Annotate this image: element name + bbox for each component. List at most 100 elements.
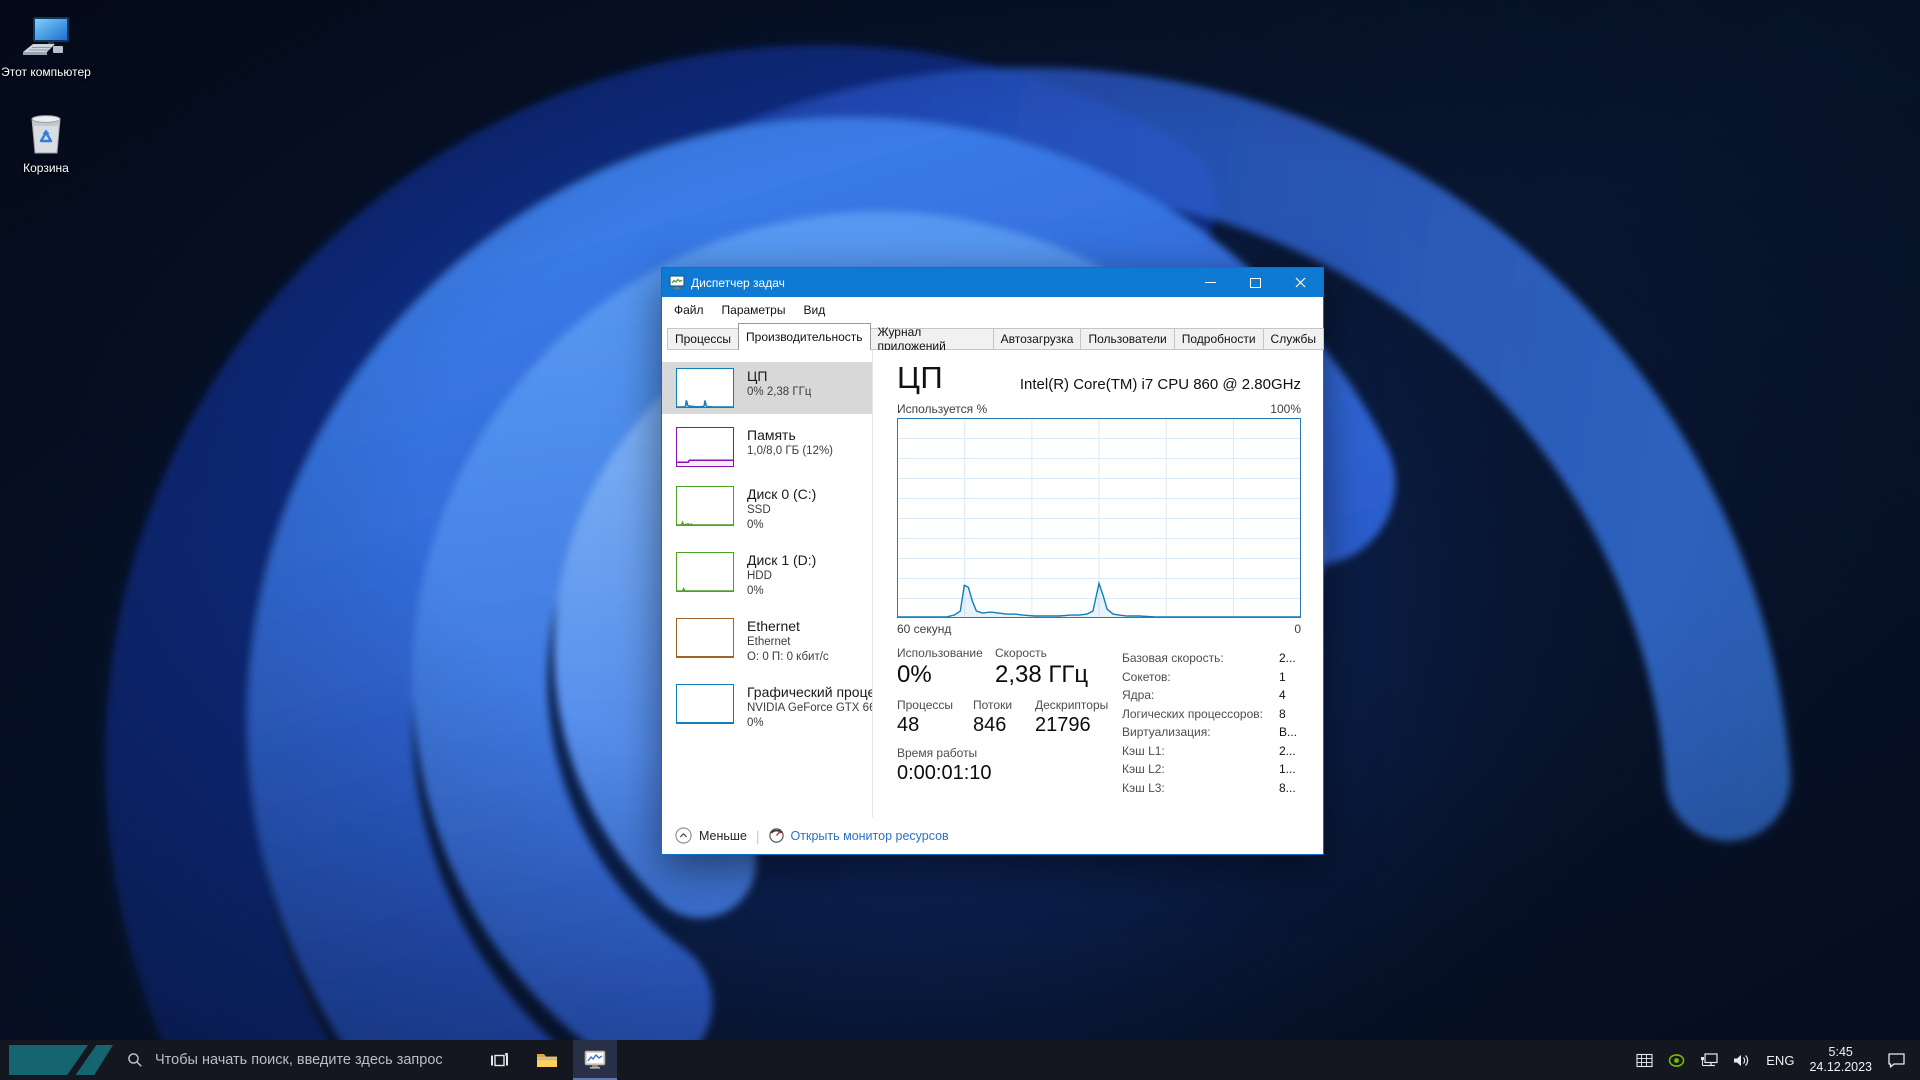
sidebar-item-disk0[interactable]: Диск 0 (C:) SSD 0%: [662, 480, 872, 539]
resource-monitor-gauge-icon: [768, 828, 784, 843]
desktop-icon-this-pc[interactable]: Этот компьютер: [0, 16, 92, 79]
sidebar-item-ethernet[interactable]: Ethernet Ethernet О: 0 П: 0 кбит/с: [662, 612, 872, 671]
sidebar-item-subtitle: 0% 2,38 ГГц: [747, 386, 812, 398]
task-view-icon: [490, 1052, 508, 1066]
detail-row: Логических процессоров: 8: [1122, 706, 1286, 721]
taskbar-clock[interactable]: 5:45 24.12.2023: [1809, 1045, 1872, 1075]
sidebar-item-title: ЦП: [747, 368, 768, 384]
task-manager-window: Диспетчер задач Файл Параметры Вид Проце…: [661, 267, 1324, 855]
detail-row: Кэш L3: 8...: [1122, 780, 1296, 795]
detail-row: Виртуализация: В...: [1122, 725, 1298, 740]
threads-value: 846: [973, 714, 1007, 736]
sidebar-item-title: Графический процессор: [747, 684, 872, 700]
clock-date: 24.12.2023: [1809, 1060, 1872, 1074]
recycle-bin-icon: [31, 115, 61, 154]
window-title: Диспетчер задач: [691, 275, 785, 290]
search-input[interactable]: [153, 1051, 447, 1069]
detail-row: Сокетов: 1: [1122, 669, 1286, 684]
sidebar-item-cpu[interactable]: ЦП 0% 2,38 ГГц: [662, 362, 872, 414]
pane-title: ЦП: [897, 360, 944, 395]
tab-details[interactable]: Подробности: [1173, 328, 1264, 350]
touch-keyboard-icon[interactable]: [1636, 1053, 1653, 1068]
desktop: Этот компьютер Корзина Диспетчер задач Ф…: [0, 0, 1920, 1080]
menu-options[interactable]: Параметры: [713, 297, 795, 322]
task-manager-app-icon: [669, 275, 685, 290]
chevron-up-circle-icon: [675, 827, 692, 844]
menu-file[interactable]: Файл: [665, 297, 713, 322]
tab-processes[interactable]: Процессы: [667, 328, 740, 350]
detail-row: Кэш L1: 2...: [1122, 743, 1296, 758]
processes-value: 48: [897, 714, 920, 736]
menu-view[interactable]: Вид: [794, 297, 834, 322]
task-view-button[interactable]: [477, 1040, 521, 1080]
window-titlebar[interactable]: Диспетчер задач: [662, 268, 1323, 297]
desktop-icon-label: Корзина: [23, 161, 69, 175]
open-resource-monitor-link[interactable]: Открыть монитор ресурсов: [768, 828, 949, 843]
volume-tray-icon[interactable]: [1733, 1053, 1751, 1068]
graph-label-max: 100%: [1270, 402, 1301, 416]
sidebar-item-subtitle2: 0%: [747, 585, 764, 597]
tab-services[interactable]: Службы: [1262, 328, 1324, 350]
clock-time: 5:45: [1828, 1045, 1853, 1059]
gpu-sparkline: [676, 684, 734, 724]
tab-users[interactable]: Пользователи: [1080, 328, 1175, 350]
close-button[interactable]: [1278, 268, 1323, 297]
disk-sparkline: [676, 486, 734, 526]
graph-label-zero: 0: [1294, 622, 1301, 636]
sidebar-item-subtitle: NVIDIA GeForce GTX 660: [747, 702, 872, 714]
minimize-icon: [1205, 282, 1216, 283]
graph-label-usage: Используется %: [897, 402, 988, 416]
nvidia-tray-icon[interactable]: [1668, 1053, 1685, 1068]
sidebar-item-title: Диск 0 (C:): [747, 486, 817, 502]
window-footer: Меньше | Открыть монитор ресурсов: [662, 817, 1323, 854]
cpu-sparkline: [676, 368, 734, 408]
cpu-usage-graph: [897, 418, 1301, 618]
task-manager-taskbar-icon: [584, 1050, 606, 1069]
uptime-label: Время работы: [897, 746, 978, 760]
footer-separator: |: [755, 827, 760, 844]
usage-value: 0%: [897, 661, 932, 688]
memory-sparkline: [676, 427, 734, 467]
speed-label: Скорость: [995, 646, 1047, 660]
sidebar-item-title: Память: [747, 427, 796, 443]
sidebar-item-subtitle: 1,0/8,0 ГБ (12%): [747, 445, 834, 457]
handles-value: 21796: [1035, 714, 1091, 736]
sidebar-item-gpu[interactable]: Графический процессор NVIDIA GeForce GTX…: [662, 678, 872, 737]
detail-row: Кэш L2: 1...: [1122, 762, 1296, 777]
tab-app-history[interactable]: Журнал приложений: [869, 325, 994, 353]
tab-startup[interactable]: Автозагрузка: [992, 328, 1082, 350]
sidebar-item-disk1[interactable]: Диск 1 (D:) HDD 0%: [662, 546, 872, 605]
cpu-performance-pane: ЦП Intel(R) Core(TM) i7 CPU 860 @ 2.80GH…: [873, 350, 1323, 817]
network-tray-icon[interactable]: [1700, 1052, 1718, 1068]
cpu-details: Базовая скорость: 2... Сокетов: 1 Ядра: 4 Л…: [1122, 649, 1298, 797]
task-manager-taskbar-button[interactable]: [573, 1040, 617, 1080]
language-indicator[interactable]: ENG: [1766, 1053, 1794, 1068]
detail-row: Базовая скорость: 2...: [1122, 651, 1296, 666]
sidebar-item-title: Диск 1 (D:): [747, 552, 817, 568]
sidebar-item-subtitle: Ethernet: [747, 636, 791, 648]
action-center-icon[interactable]: [1887, 1052, 1906, 1069]
minimize-button[interactable]: [1188, 268, 1233, 297]
usage-label: Использование: [897, 646, 983, 660]
maximize-icon: [1250, 277, 1261, 288]
sidebar-item-memory[interactable]: Память 1,0/8,0 ГБ (12%): [662, 421, 872, 473]
tab-strip: Процессы Производительность Журнал прило…: [662, 322, 1324, 353]
maximize-button[interactable]: [1233, 268, 1278, 297]
fewer-details-button[interactable]: Меньше: [675, 827, 747, 844]
uptime-value: 0:00:01:10: [897, 762, 992, 784]
taskbar-search[interactable]: [113, 1040, 465, 1080]
tab-performance[interactable]: Производительность: [738, 323, 871, 350]
desktop-icon-label: Этот компьютер: [1, 65, 91, 79]
this-pc-icon: [23, 17, 69, 55]
file-explorer-button[interactable]: [525, 1040, 569, 1080]
graph-label-timespan: 60 секунд: [897, 622, 952, 636]
system-tray: ENG 5:45 24.12.2023: [1636, 1040, 1920, 1080]
ethernet-sparkline: [676, 618, 734, 658]
processes-label: Процессы: [897, 698, 954, 712]
handles-label: Дескрипторы: [1035, 698, 1109, 712]
sidebar-item-subtitle2: 0%: [747, 717, 764, 729]
desktop-icon-recycle-bin[interactable]: Корзина: [0, 110, 92, 175]
speed-value: 2,38 ГГц: [995, 661, 1089, 688]
disk-sparkline: [676, 552, 734, 592]
start-button[interactable]: [9, 1045, 113, 1075]
